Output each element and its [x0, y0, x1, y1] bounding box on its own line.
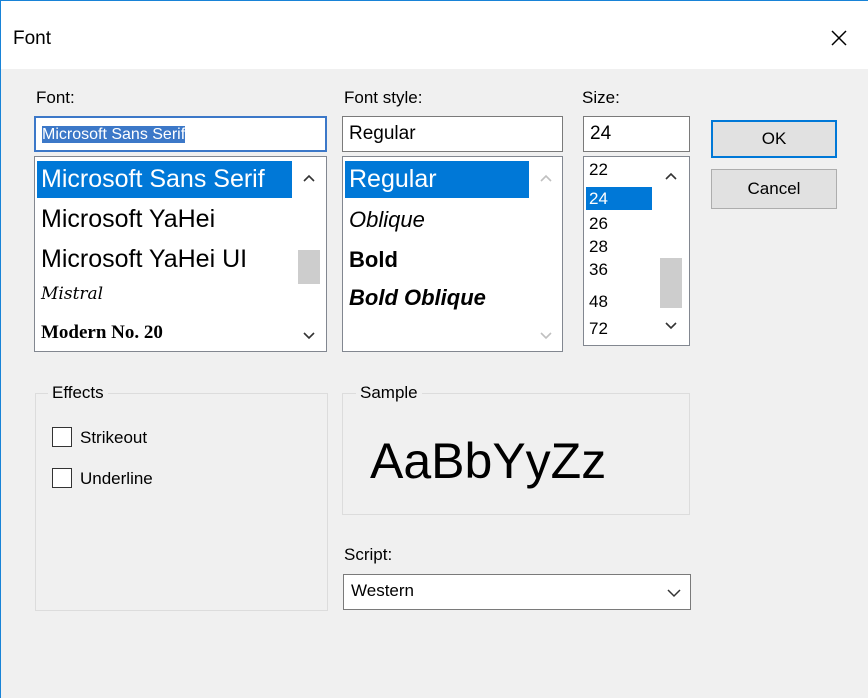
chevron-down-icon[interactable]	[529, 324, 562, 348]
strikeout-label[interactable]: Strikeout	[80, 428, 147, 448]
font-name-input[interactable]: Microsoft Sans Serif	[34, 116, 327, 152]
size-list-item[interactable]: 26	[586, 214, 611, 234]
font-list-item[interactable]: Microsoft YaHei	[37, 201, 219, 238]
chevron-up-icon[interactable]	[654, 164, 688, 188]
font-list[interactable]: Microsoft Sans Serif Microsoft YaHei Mic…	[34, 156, 327, 352]
size-list[interactable]: 22 24 26 28 36 48 72	[583, 156, 690, 346]
script-label: Script:	[344, 545, 393, 564]
title-bar: Font	[1, 1, 868, 69]
strikeout-checkbox[interactable]	[52, 427, 72, 447]
font-list-item[interactable]: Microsoft YaHei UI	[37, 241, 251, 278]
sample-preview-text: AaBbYyZz	[370, 433, 607, 489]
window-title: Font	[13, 28, 52, 49]
font-style-list[interactable]: Regular Oblique Bold Bold Oblique	[342, 156, 563, 352]
font-style-item[interactable]: Oblique	[345, 201, 429, 238]
script-dropdown[interactable]: Western	[343, 574, 691, 610]
font-label: Font:	[36, 88, 75, 107]
font-style-item[interactable]: Bold	[345, 241, 402, 278]
effects-group	[35, 393, 328, 611]
font-list-item[interactable]: Mistral	[37, 279, 107, 309]
size-list-item[interactable]: 24	[586, 187, 652, 210]
font-style-label: Font style:	[344, 88, 423, 107]
size-list-scroll-thumb[interactable]	[660, 258, 682, 308]
size-list-item[interactable]: 72	[586, 319, 611, 339]
font-list-item[interactable]: Microsoft Sans Serif	[37, 161, 295, 198]
font-list-scroll-thumb[interactable]	[298, 250, 320, 284]
chevron-down-icon	[667, 589, 681, 598]
size-list-item[interactable]: 22	[586, 161, 611, 179]
size-list-item[interactable]: 36	[586, 260, 611, 280]
close-button[interactable]	[822, 21, 856, 55]
close-icon	[831, 30, 847, 46]
font-style-item[interactable]: Regular	[345, 161, 529, 198]
underline-label[interactable]: Underline	[80, 469, 153, 489]
size-list-item[interactable]: 28	[586, 237, 611, 257]
cancel-button[interactable]: Cancel	[711, 169, 837, 209]
ok-button[interactable]: OK	[711, 120, 837, 158]
size-list-scrollbar[interactable]	[654, 158, 688, 344]
script-dropdown-value: Western	[351, 581, 414, 600]
size-input[interactable]: 24	[583, 116, 690, 152]
window-frame-left	[0, 0, 1, 698]
font-name-value: Microsoft Sans Serif	[42, 126, 186, 143]
font-style-input[interactable]: Regular	[342, 116, 563, 152]
chevron-down-icon[interactable]	[292, 324, 326, 348]
font-list-scrollbar[interactable]	[292, 158, 326, 350]
size-label: Size:	[582, 88, 620, 107]
underline-checkbox[interactable]	[52, 468, 72, 488]
font-style-item[interactable]: Bold Oblique	[345, 279, 490, 316]
effects-label: Effects	[48, 383, 108, 403]
chevron-up-icon[interactable]	[292, 166, 326, 190]
font-style-scrollbar[interactable]	[529, 158, 562, 350]
chevron-up-icon[interactable]	[529, 166, 562, 190]
size-list-item[interactable]: 48	[586, 292, 611, 312]
sample-label: Sample	[356, 383, 422, 403]
font-list-item[interactable]: Modern No. 20	[37, 317, 167, 349]
chevron-down-icon[interactable]	[654, 314, 688, 338]
